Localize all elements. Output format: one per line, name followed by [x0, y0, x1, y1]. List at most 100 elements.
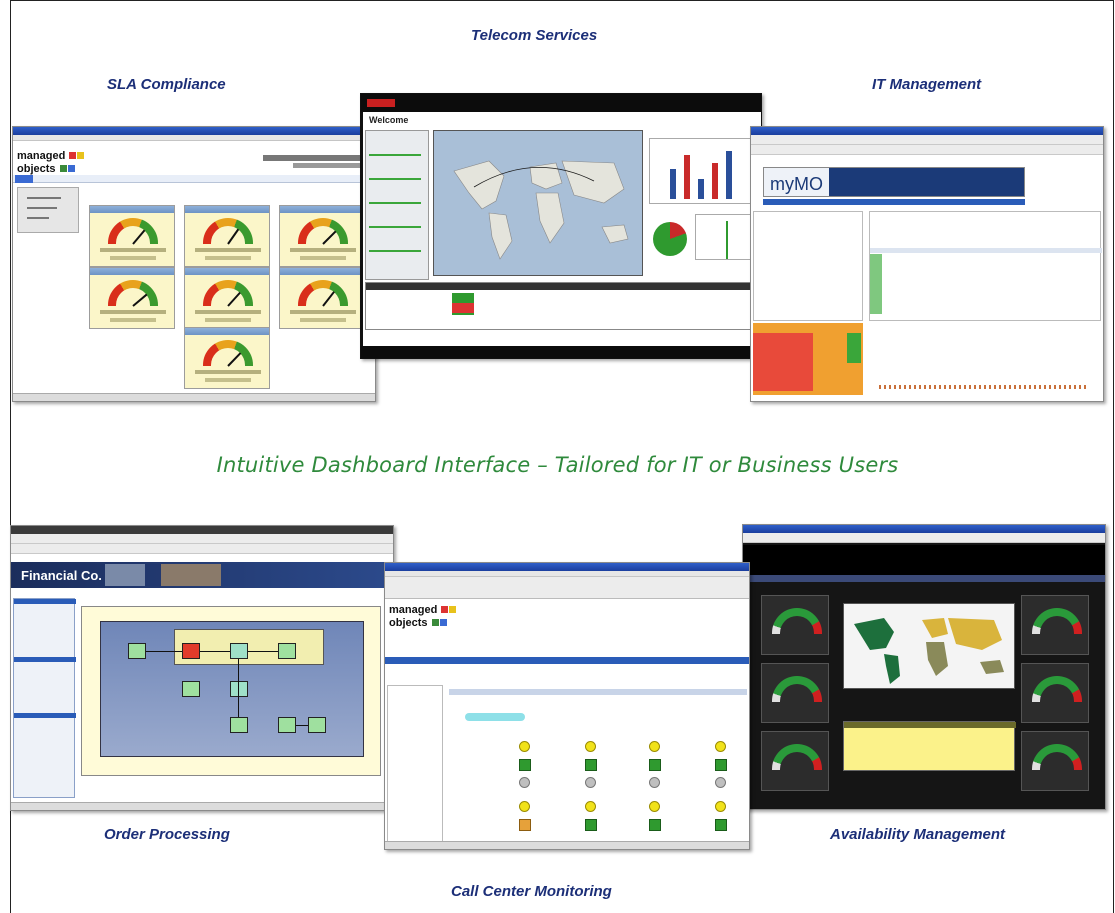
caption-call-center-monitoring: Call Center Monitoring: [451, 883, 612, 900]
window-menubar: [13, 135, 375, 141]
process-node: [230, 681, 248, 697]
availability-header: [743, 545, 1105, 575]
telecom-grid: [365, 282, 756, 330]
window-toolbar: [11, 544, 393, 554]
order-titlebar: [11, 526, 393, 534]
order-left-nav: [13, 598, 76, 798]
gauge-tile: [1021, 595, 1089, 655]
side-panel-line: [27, 197, 61, 199]
world-map-panel: [433, 130, 643, 276]
telecom-logo: [367, 99, 395, 107]
dashboard-title-bar: [263, 155, 373, 161]
window-titlebar: [751, 127, 1103, 135]
telecom-bar-chart: [649, 138, 753, 204]
status-light-yellow: [649, 741, 660, 752]
process-node: [230, 643, 248, 659]
status-square-green: [715, 759, 727, 771]
status-light-grey: [715, 777, 726, 788]
status-square-green: [585, 819, 597, 831]
status-light-yellow: [715, 801, 726, 812]
process-flow-diagram: [81, 606, 381, 776]
caption-order-processing: Order Processing: [104, 826, 230, 843]
gauge-panel: [279, 267, 365, 329]
status-square-green: [585, 759, 597, 771]
gauge-panel: [184, 205, 270, 267]
order-status-bar: [11, 802, 393, 810]
managed-objects-logo: managed objects: [389, 605, 457, 629]
status-square-green: [649, 759, 661, 771]
screenshot-it-management: myMO: [750, 126, 1104, 402]
screenshot-telecom-services: Welcome: [360, 93, 762, 359]
gauge-tile: [1021, 663, 1089, 723]
mymo-banner: myMO: [763, 167, 1025, 197]
caption-availability-management: Availability Management: [830, 826, 1006, 843]
it-timeline: [869, 363, 1101, 395]
callcenter-left-tree: [387, 685, 443, 845]
nav-item-bar: [369, 178, 421, 180]
process-node: [128, 643, 146, 659]
world-map-icon: [453, 160, 629, 260]
callcenter-filter-pill: [465, 713, 525, 721]
status-light-grey: [519, 777, 530, 788]
headline: Intuitive Dashboard Interface – Tailored…: [216, 453, 899, 477]
window-titlebar: [13, 127, 375, 135]
gauge-panel: [89, 205, 175, 267]
process-node: [308, 717, 326, 733]
window-toolbar: [11, 534, 393, 544]
status-light-yellow: [715, 741, 726, 752]
availability-alert-table: [843, 721, 1016, 771]
screenshot-availability-management: [742, 524, 1106, 810]
caption-telecom-services: Telecom Services: [471, 27, 598, 44]
gauge-tile: [761, 731, 829, 791]
telecom-pie-chart: [653, 222, 687, 256]
it-left-column: [753, 211, 863, 321]
world-map-icon: [854, 618, 1004, 684]
nav-item-bar: [369, 250, 421, 252]
process-node: [278, 643, 296, 659]
callcenter-status-bar: [385, 841, 749, 849]
process-node: [278, 717, 296, 733]
telecom-left-nav: [365, 130, 429, 280]
telecom-header: [361, 94, 761, 112]
welcome-title: Welcome: [369, 115, 409, 125]
status-light-yellow: [585, 801, 596, 812]
window-toolbar: [751, 135, 1103, 145]
callcenter-panel-header: [449, 689, 747, 695]
status-bar: [13, 393, 375, 401]
side-panel-line: [27, 217, 49, 219]
side-panel: [17, 187, 79, 233]
caption-it-management: IT Management: [872, 76, 982, 93]
status-square-green: [649, 819, 661, 831]
status-square-green: [519, 759, 531, 771]
process-node: [182, 681, 200, 697]
availability-world-map: [843, 603, 1015, 689]
it-tabs: [763, 199, 1025, 205]
gauge-panel: [184, 327, 270, 389]
screenshot-order-processing: Financial Co.: [10, 525, 394, 811]
status-light-yellow: [585, 741, 596, 752]
it-heatmap: [753, 323, 863, 395]
window-toolbar: [743, 533, 1105, 543]
gauge-tile: [1021, 731, 1089, 791]
status-light-yellow: [649, 801, 660, 812]
telecom-footer: [361, 346, 761, 358]
status-light-grey: [649, 777, 660, 788]
status-light-yellow: [519, 801, 530, 812]
order-banner-photo: [105, 564, 145, 586]
status-square-orange: [519, 819, 531, 831]
caption-sla-compliance: SLA Compliance: [107, 76, 226, 93]
callcenter-toolbar: [385, 577, 749, 599]
gauge-panel: [89, 267, 175, 329]
side-panel-line: [27, 207, 57, 209]
window-titlebar: [385, 563, 749, 571]
order-banner-photo: [161, 564, 221, 586]
mymo-brand: myMO: [770, 174, 823, 194]
tab-active: [15, 175, 33, 183]
window-toolbar: [751, 145, 1103, 155]
availability-tabs: [743, 575, 1105, 582]
gauge-panel: [184, 267, 270, 329]
callcenter-tabs: [385, 657, 749, 664]
nav-item-bar: [369, 202, 421, 204]
order-banner: Financial Co.: [11, 562, 393, 588]
order-brand: Financial Co.: [21, 568, 102, 583]
